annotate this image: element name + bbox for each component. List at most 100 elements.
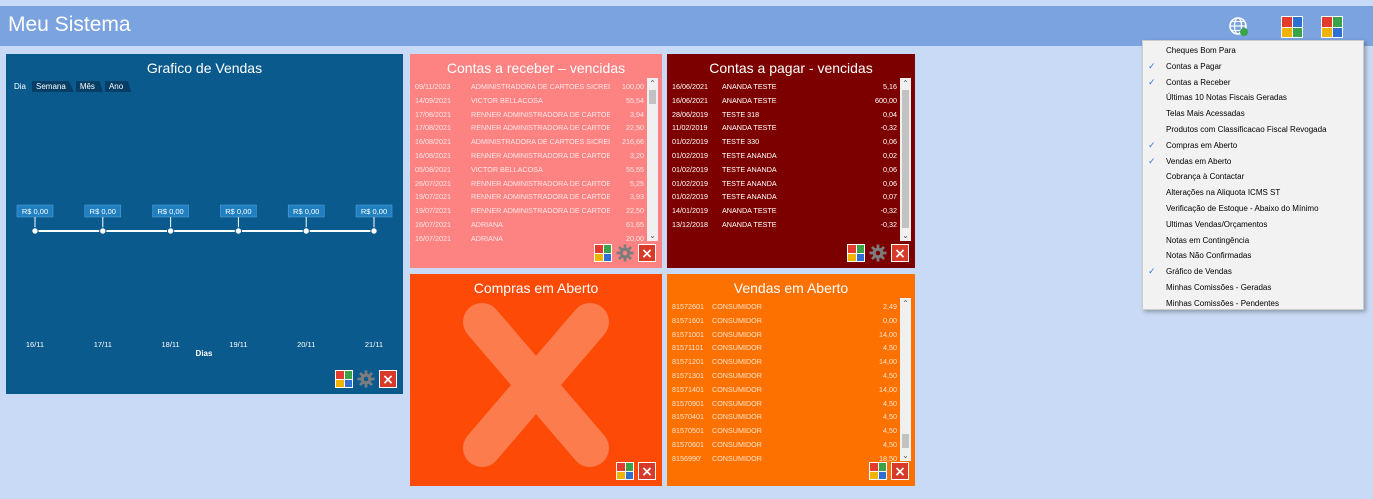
data-point (31, 227, 39, 235)
menu-item[interactable]: Notas em Contingência (1143, 233, 1363, 249)
chart-tiles-icon[interactable] (335, 370, 353, 388)
vendas-row[interactable]: 8156990' CONSUMIDOR 18,50 (672, 452, 897, 466)
pagar-cell: -0,32 (880, 206, 897, 216)
open-sales-scrollbar[interactable]: ⌃ ⌄ (900, 298, 911, 461)
pagar-row[interactable]: 01/02/2019 TESTE ANANDA 0,06 (672, 163, 897, 177)
tiles-check-icon[interactable] (1281, 16, 1303, 38)
payables-close-icon[interactable]: × (891, 244, 909, 262)
vendas-row[interactable]: 81570501 CONSUMIDOR 4,50 (672, 424, 897, 438)
receber-row[interactable]: 26/07/2021 RENNER ADMINISTRADORA DE CARTO… (415, 177, 644, 191)
receber-row[interactable]: 16/07/2021 ADRIANA 61,65 (415, 218, 644, 232)
vendas-cell: 4,50 (883, 343, 897, 353)
menu-item[interactable]: ✓ Contas a Receber (1143, 75, 1363, 91)
chart-close-icon[interactable]: × (379, 370, 397, 388)
pagar-row[interactable]: 13/12/2018 ANANDA TESTE -0,32 (672, 218, 897, 232)
chart-gear-icon[interactable] (357, 370, 375, 388)
receber-row[interactable]: 19/07/2021 RENNER ADMINISTRADORA DE CARTO… (415, 204, 644, 218)
receber-row[interactable]: 05/08/2021 VICTOR BELLACOSA 55,55 (415, 163, 644, 177)
menu-item[interactable]: Cobrança à Contactar (1143, 169, 1363, 185)
scroll-down-icon[interactable]: ⌄ (900, 450, 911, 461)
pagar-row[interactable]: 01/02/2019 TESTE ANANDA 0,06 (672, 177, 897, 191)
open-purchases-tiles-icon[interactable] (616, 462, 634, 480)
payables-tiles-icon[interactable] (847, 244, 865, 262)
pagar-row[interactable]: 16/06/2021 ANANDA TESTE 600,00 (672, 94, 897, 108)
vendas-row[interactable]: 81571301 CONSUMIDOR 4,50 (672, 369, 897, 383)
scroll-up-icon[interactable]: ⌃ (647, 78, 658, 89)
receber-row[interactable]: 16/08/2021 RENNER ADMINISTRADORA DE CARTO… (415, 149, 644, 163)
vendas-row[interactable]: 81571001 CONSUMIDOR 14,00 (672, 328, 897, 342)
vendas-row[interactable]: 81571101 CONSUMIDOR 4,50 (672, 341, 897, 355)
pagar-row[interactable]: 01/02/2019 TESTE ANANDA 0,07 (672, 190, 897, 204)
sales-chart-tile: Grafico de Vendas Dia Semana Mês Ano R$ … (6, 54, 403, 394)
menu-item[interactable]: Ultimas Vendas/Orçamentos (1143, 217, 1363, 233)
open-purchases-close-icon[interactable]: × (638, 462, 656, 480)
pagar-row[interactable]: 16/06/2021 ANANDA TESTE 5,16 (672, 80, 897, 94)
menu-item[interactable]: Minhas Comissões - Geradas (1143, 280, 1363, 296)
tiles-icon[interactable] (1321, 16, 1343, 38)
receber-row[interactable]: 16/08/2021 ADMINISTRADORA DE CARTOES SICR… (415, 135, 644, 149)
menu-item[interactable]: ✓ Contas a Pagar (1143, 59, 1363, 75)
payables-gear-icon[interactable] (869, 244, 887, 262)
receivables-list: 09/11/2023 ADMINISTRADORA DE CARTOES SICR… (415, 80, 644, 246)
scroll-down-icon[interactable]: ⌄ (647, 230, 658, 241)
receivables-tiles-icon[interactable] (594, 244, 612, 262)
pagar-row[interactable]: 14/01/2019 ANANDA TESTE -0,32 (672, 204, 897, 218)
scroll-thumb[interactable] (902, 90, 909, 228)
menu-item[interactable]: Notas Não Confirmadas (1143, 248, 1363, 264)
scroll-thumb[interactable] (649, 90, 656, 104)
vendas-cell: CONSUMIDOR (712, 315, 762, 325)
data-point (234, 227, 243, 235)
receber-cell: 16/08/2021 (415, 137, 451, 147)
payables-scrollbar[interactable]: ⌃ ⌄ (900, 78, 911, 241)
pagar-row[interactable]: 11/02/2019 ANANDA TESTE -0,32 (672, 121, 897, 135)
scroll-up-icon[interactable]: ⌃ (900, 78, 911, 89)
receber-cell: 3,94 (630, 109, 644, 119)
vendas-cell: 81571601 (672, 315, 704, 325)
receber-row[interactable]: 14/09/2021 VICTOR BELLACOSA 55,54 (415, 94, 644, 108)
vendas-cell: CONSUMIDOR (712, 343, 762, 353)
vendas-row[interactable]: 81570601 CONSUMIDOR 4,50 (672, 438, 897, 452)
scroll-up-icon[interactable]: ⌃ (900, 298, 911, 309)
open-sales-tiles-icon[interactable] (869, 462, 887, 480)
vendas-cell: 81571401 (672, 384, 704, 394)
vendas-cell: 0,00 (883, 315, 897, 325)
receber-cell: 3,93 (630, 192, 644, 202)
vendas-row[interactable]: 81571201 CONSUMIDOR 14,00 (672, 355, 897, 369)
pagar-row[interactable]: 28/06/2019 TESTE 318 0,04 (672, 108, 897, 122)
receivables-scrollbar[interactable]: ⌃ ⌄ (647, 78, 658, 241)
receivables-close-icon[interactable]: × (638, 244, 656, 262)
vendas-row[interactable]: 81570901 CONSUMIDOR 4,50 (672, 397, 897, 411)
receber-cell: 16/07/2021 (415, 233, 451, 243)
menu-item[interactable]: ✓ Compras em Aberto (1143, 138, 1363, 154)
scroll-down-icon[interactable]: ⌄ (900, 230, 911, 241)
globe-icon[interactable] (1228, 16, 1250, 38)
data-label: R$ 0,00 (361, 207, 387, 216)
menu-item[interactable]: Cheques Bom Para (1143, 43, 1363, 59)
menu-item[interactable]: Verificação de Estoque - Abaixo do Mínim… (1143, 201, 1363, 217)
receivables-gear-icon[interactable] (616, 244, 634, 262)
menu-item[interactable]: ✓ Vendas em Aberto (1143, 154, 1363, 170)
menu-item[interactable]: ✓ Gráfico de Vendas (1143, 264, 1363, 280)
vendas-row[interactable]: 81571401 CONSUMIDOR 14,00 (672, 383, 897, 397)
receber-row[interactable]: 17/08/2021 RENNER ADMINISTRADORA DE CARTO… (415, 108, 644, 122)
menu-item[interactable]: Telas Mais Acessadas (1143, 106, 1363, 122)
menu-item[interactable]: Produtos com Classificacao Fiscal Revoga… (1143, 122, 1363, 138)
vendas-row[interactable]: 81572601 CONSUMIDOR 2,49 (672, 300, 897, 314)
receber-cell: VICTOR BELLACOSA (471, 164, 543, 174)
menu-item[interactable]: Últimas 10 Notas Fiscais Geradas (1143, 90, 1363, 106)
vendas-row[interactable]: 81571601 CONSUMIDOR 0,00 (672, 314, 897, 328)
receber-row[interactable]: 09/11/2023 ADMINISTRADORA DE CARTOES SICR… (415, 80, 644, 94)
receber-row[interactable]: 17/08/2021 RENNER ADMINISTRADORA DE CARTO… (415, 121, 644, 135)
pagar-row[interactable]: 01/02/2019 TESTE ANANDA 0,02 (672, 149, 897, 163)
receber-row[interactable]: 19/07/2021 RENNER ADMINISTRADORA DE CARTO… (415, 190, 644, 204)
x-tick-label: 18/11 (161, 340, 179, 349)
receber-cell: 100,00 (622, 82, 644, 91)
vendas-row[interactable]: 81570401 CONSUMIDOR 4,50 (672, 410, 897, 424)
open-sales-close-icon[interactable]: × (891, 462, 909, 480)
scroll-thumb[interactable] (902, 434, 909, 448)
menu-item[interactable]: Alterações na Aliquota ICMS ST (1143, 185, 1363, 201)
menu-item[interactable]: Minhas Comissões - Pendentes (1143, 296, 1363, 312)
receber-cell: RENNER ADMINISTRADORA DE CARTOES (471, 206, 610, 216)
pagar-row[interactable]: 01/02/2019 TESTE 330 0,06 (672, 135, 897, 149)
data-label: R$ 0,00 (157, 207, 183, 216)
